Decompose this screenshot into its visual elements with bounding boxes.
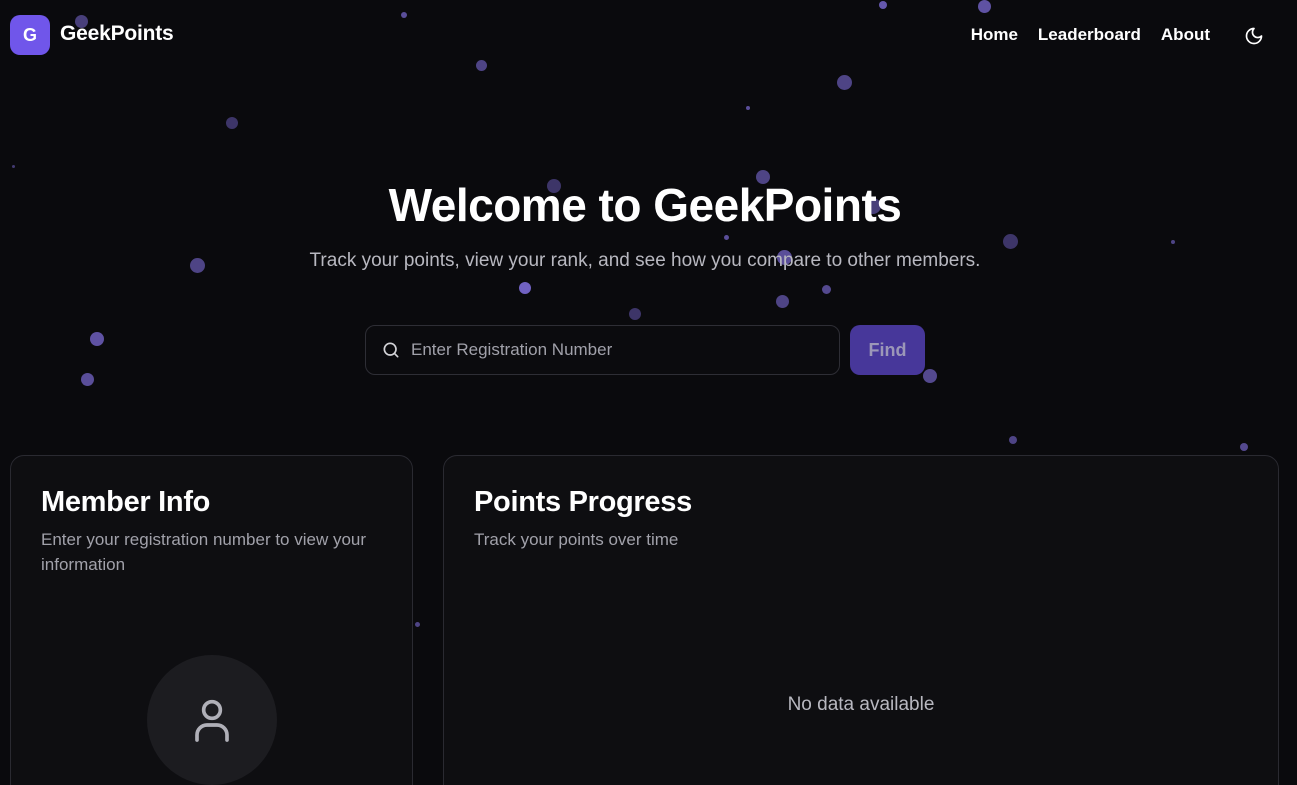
particle xyxy=(90,332,104,346)
theme-toggle-button[interactable] xyxy=(1241,23,1267,49)
particle xyxy=(1009,436,1017,444)
member-info-title: Member Info xyxy=(41,486,211,518)
find-button[interactable]: Find xyxy=(850,325,925,375)
moon-icon xyxy=(1245,27,1263,45)
particle xyxy=(776,295,789,308)
particle xyxy=(1171,240,1175,244)
points-progress-card: Points Progress Track your points over t… xyxy=(443,455,1279,785)
logo-badge[interactable]: G xyxy=(10,15,50,55)
search-field-container[interactable] xyxy=(365,325,840,375)
registration-number-input[interactable] xyxy=(411,326,839,374)
particle xyxy=(746,106,750,110)
search-icon xyxy=(381,340,401,360)
particle xyxy=(822,285,831,294)
particle xyxy=(1003,234,1018,249)
points-progress-title: Points Progress xyxy=(474,486,692,518)
member-info-subtitle: Enter your registration number to view y… xyxy=(41,530,367,574)
particle xyxy=(12,165,15,168)
particle xyxy=(629,308,641,320)
avatar xyxy=(147,655,277,785)
nav-links: Home Leaderboard About xyxy=(971,25,1210,45)
user-icon xyxy=(195,699,229,742)
app-root: G GeekPoints Home Leaderboard About Welc… xyxy=(0,0,1297,785)
hero-subtitle: Track your points, view your rank, and s… xyxy=(309,250,981,271)
particle xyxy=(81,373,94,386)
brand-name[interactable]: GeekPoints xyxy=(60,22,174,46)
particle xyxy=(837,75,852,90)
member-info-card: Member Info Enter your registration numb… xyxy=(10,455,413,785)
hero-title: Welcome to GeekPoints xyxy=(388,179,902,231)
nav-link-leaderboard[interactable]: Leaderboard xyxy=(1038,25,1141,45)
nav-link-home[interactable]: Home xyxy=(971,25,1018,45)
particle xyxy=(1240,443,1248,451)
particle xyxy=(226,117,238,129)
empty-state-message: No data available xyxy=(787,694,935,715)
particle xyxy=(415,622,420,627)
points-progress-subtitle: Track your points over time xyxy=(474,530,679,549)
particle xyxy=(519,282,531,294)
logo-letter: G xyxy=(22,24,37,45)
nav-link-about[interactable]: About xyxy=(1161,25,1210,45)
top-navbar: G GeekPoints Home Leaderboard About xyxy=(0,0,1297,72)
particle xyxy=(923,369,937,383)
particle xyxy=(724,235,729,240)
